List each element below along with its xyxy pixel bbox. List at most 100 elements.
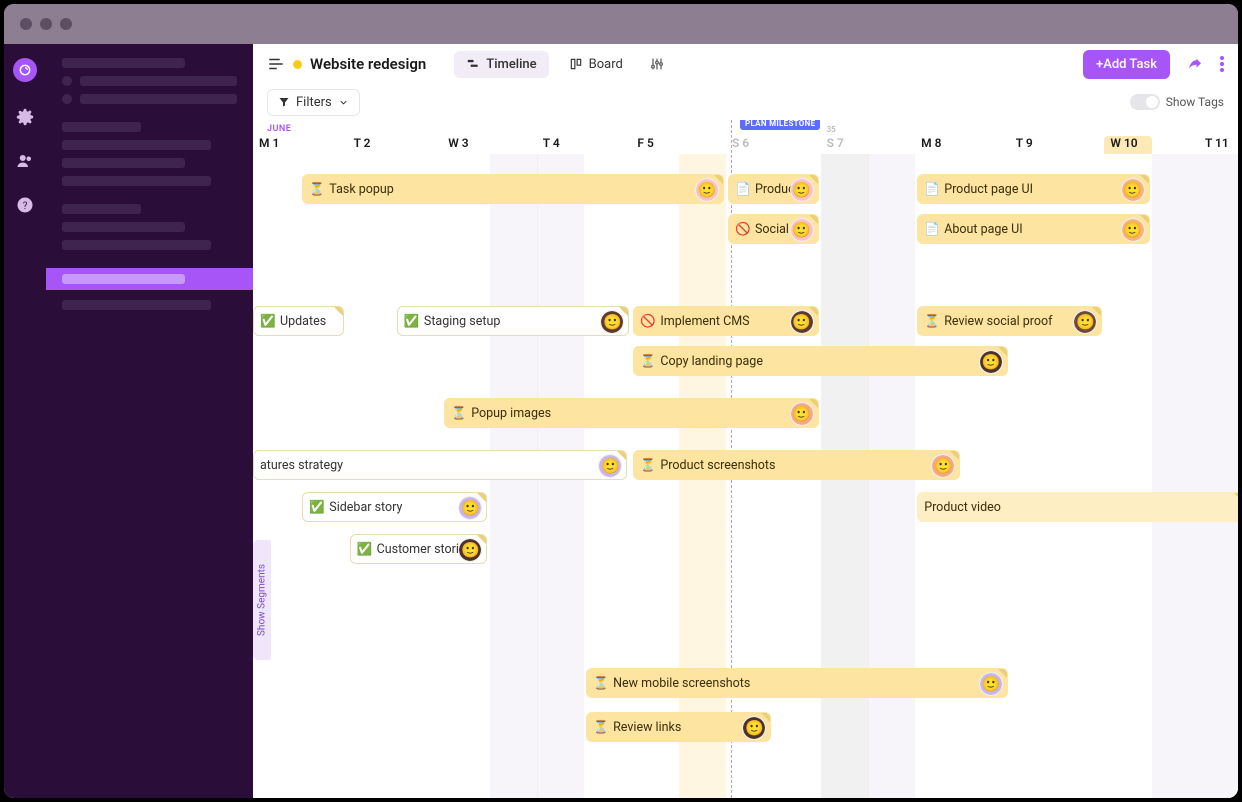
task-label: Popup images bbox=[471, 406, 551, 421]
task-corner bbox=[809, 307, 818, 316]
svg-text:?: ? bbox=[23, 201, 28, 212]
task-corner bbox=[809, 175, 818, 184]
day-header[interactable]: S 735 bbox=[821, 136, 868, 154]
task-corner bbox=[1234, 493, 1238, 502]
task-popup-images[interactable]: ⏳Popup images🙂 bbox=[444, 398, 818, 428]
blocked-icon: 🚫 bbox=[735, 222, 749, 236]
task-corner bbox=[1140, 175, 1149, 184]
task-corner bbox=[998, 669, 1007, 678]
app-logo[interactable] bbox=[13, 58, 37, 82]
task-customer-stories[interactable]: ✅Customer storie🙂 bbox=[350, 534, 488, 564]
filters-label: Filters bbox=[296, 95, 332, 110]
task-corner bbox=[1092, 307, 1101, 316]
task-task-popup[interactable]: ⏳Task popup🙂 bbox=[302, 174, 724, 204]
window-titlebar bbox=[4, 4, 1238, 44]
task-corner bbox=[1140, 215, 1149, 224]
traffic-light-max[interactable] bbox=[60, 18, 72, 30]
progress-icon: ⏳ bbox=[640, 354, 654, 368]
progress-icon: ⏳ bbox=[593, 676, 607, 690]
progress-icon: ⏳ bbox=[640, 458, 654, 472]
help-icon[interactable]: ? bbox=[16, 196, 34, 214]
blocked-icon: 🚫 bbox=[640, 314, 654, 328]
day-header[interactable]: T 2 bbox=[348, 136, 395, 154]
day-header[interactable]: W 10 bbox=[1104, 136, 1151, 154]
project-status-dot bbox=[293, 60, 302, 69]
timeline-icon bbox=[466, 57, 480, 71]
task-label: Product video bbox=[924, 500, 1001, 515]
day-header[interactable]: S 6 bbox=[726, 136, 773, 154]
task-features-strategy[interactable]: atures strategy🙂 bbox=[253, 450, 627, 480]
tab-board[interactable]: Board bbox=[557, 51, 635, 78]
task-product-page-ui[interactable]: 📄Product page UI🙂 bbox=[917, 174, 1150, 204]
share-icon[interactable] bbox=[1186, 55, 1204, 73]
task-corner bbox=[998, 347, 1007, 356]
task-label: Produc bbox=[755, 182, 795, 197]
task-product-screenshots[interactable]: ⏳Product screenshots🙂 bbox=[633, 450, 960, 480]
toggle-icon bbox=[1130, 94, 1160, 110]
task-label: New mobile screenshots bbox=[613, 676, 750, 691]
task-label: Product page UI bbox=[944, 182, 1033, 197]
task-label: Implement CMS bbox=[660, 314, 749, 329]
task-corner bbox=[619, 307, 628, 316]
task-implement-cms[interactable]: 🚫Implement CMS🙂 bbox=[633, 306, 818, 336]
project-title: Website redesign bbox=[310, 55, 426, 73]
task-review-links[interactable]: ⏳Review links🙂 bbox=[586, 712, 771, 742]
task-updates[interactable]: ✅Updates bbox=[253, 306, 344, 336]
day-header[interactable]: T 4 bbox=[537, 136, 584, 154]
task-staging-setup[interactable]: ✅Staging setup🙂 bbox=[397, 306, 630, 336]
add-task-button[interactable]: +Add Task bbox=[1083, 50, 1170, 79]
progress-icon: ⏳ bbox=[451, 406, 465, 420]
task-new-mobile-screenshots[interactable]: ⏳New mobile screenshots🙂 bbox=[586, 668, 1008, 698]
day-header[interactable]: F 5 bbox=[631, 136, 678, 154]
progress-icon: ⏳ bbox=[593, 720, 607, 734]
task-label: Task popup bbox=[329, 182, 394, 197]
filters-button[interactable]: Filters bbox=[267, 89, 360, 116]
timeline[interactable]: JUNE M 1T 2W 3T 4F 5S 6S 735M 8T 9W 10T … bbox=[253, 120, 1238, 798]
task-social[interactable]: 🚫Social🙂 bbox=[728, 214, 819, 244]
day-header[interactable]: T 11 bbox=[1199, 136, 1238, 154]
sliders-icon[interactable] bbox=[649, 56, 665, 72]
task-corner bbox=[950, 451, 959, 460]
tab-timeline-label: Timeline bbox=[486, 57, 536, 72]
day-header[interactable]: T 9 bbox=[1010, 136, 1057, 154]
task-about-page-ui[interactable]: 📄About page UI🙂 bbox=[917, 214, 1150, 244]
day-header[interactable]: M 1 bbox=[253, 136, 300, 154]
task-corner bbox=[761, 713, 770, 722]
done-icon: ✅ bbox=[404, 314, 418, 328]
task-product-video[interactable]: Product video bbox=[917, 492, 1238, 522]
gear-icon[interactable] bbox=[16, 108, 34, 126]
task-corner bbox=[477, 535, 486, 544]
traffic-light-min[interactable] bbox=[40, 18, 52, 30]
milestone-marker: PLAN MILESTONE bbox=[740, 120, 820, 130]
task-label: Product screenshots bbox=[660, 458, 775, 473]
sidebar bbox=[46, 44, 253, 798]
task-copy-landing[interactable]: ⏳Copy landing page🙂 bbox=[633, 346, 1007, 376]
page-icon: 📄 bbox=[735, 182, 749, 196]
tab-timeline[interactable]: Timeline bbox=[454, 51, 548, 78]
app-iconbar: ? bbox=[4, 44, 46, 798]
task-corner bbox=[617, 451, 626, 460]
done-icon: ✅ bbox=[260, 314, 274, 328]
done-icon: ✅ bbox=[309, 500, 323, 514]
task-corner bbox=[809, 399, 818, 408]
task-label: Review social proof bbox=[944, 314, 1052, 329]
task-label: Staging setup bbox=[424, 314, 500, 329]
task-label: Social bbox=[755, 222, 789, 237]
task-label: Copy landing page bbox=[660, 354, 763, 369]
day-header[interactable]: M 8 bbox=[915, 136, 962, 154]
task-corner bbox=[334, 307, 343, 316]
show-tags-toggle[interactable]: Show Tags bbox=[1130, 94, 1224, 110]
funnel-icon bbox=[278, 96, 290, 108]
task-sidebar-story[interactable]: ✅Sidebar story🙂 bbox=[302, 492, 487, 522]
progress-icon: ⏳ bbox=[309, 182, 323, 196]
more-icon[interactable] bbox=[1220, 56, 1224, 72]
users-icon[interactable] bbox=[16, 152, 34, 170]
task-product1[interactable]: 📄Produc🙂 bbox=[728, 174, 819, 204]
task-review-social-proof[interactable]: ⏳Review social proof🙂 bbox=[917, 306, 1102, 336]
sidebar-item-active[interactable] bbox=[46, 268, 253, 290]
task-corner bbox=[714, 175, 723, 184]
day-header[interactable]: W 3 bbox=[442, 136, 489, 154]
show-segments-tab[interactable]: Show Segments bbox=[253, 540, 271, 660]
menu-icon[interactable] bbox=[267, 55, 285, 73]
traffic-light-close[interactable] bbox=[20, 18, 32, 30]
